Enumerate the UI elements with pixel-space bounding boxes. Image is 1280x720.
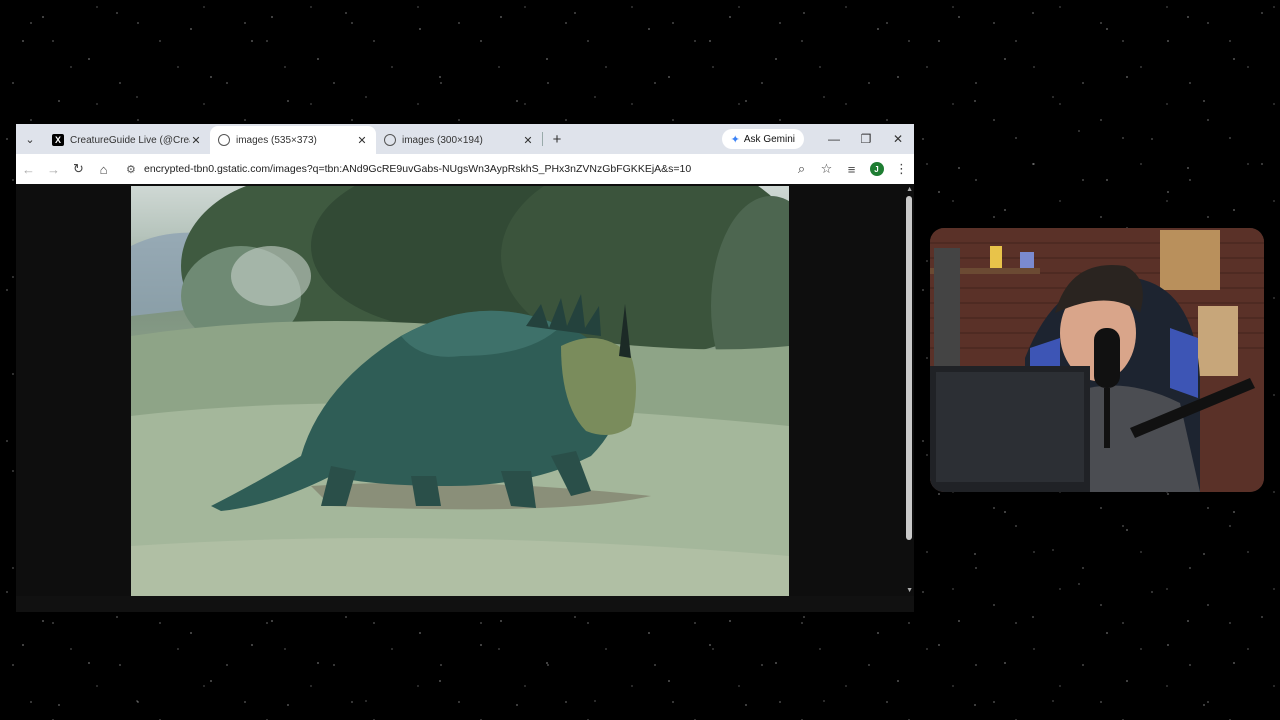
tab-creatureguide[interactable]: X CreatureGuide Live (@Creature ✕ [44,126,210,154]
navigation-toolbar: ← → ↻ ⌂ ⚙ encrypted-tbn0.gstatic.com/ima… [16,154,914,184]
url-text: encrypted-tbn0.gstatic.com/images?q=tbn:… [144,163,692,175]
menu-button[interactable]: ⋮ [889,154,914,184]
ask-gemini-button[interactable]: ✦ Ask Gemini [721,129,804,149]
tab-label: images (300×194) [402,134,483,146]
ask-gemini-label: Ask Gemini [743,133,795,145]
x-logo-icon: X [52,134,64,146]
plus-icon: + [552,130,562,148]
new-tab-button[interactable]: + [543,124,571,154]
forward-button[interactable]: → [41,154,66,184]
chevron-down-icon: ⌄ [25,133,35,146]
painting-illustration [131,186,789,596]
gemini-sparkle-icon: ✦ [730,133,740,146]
star-icon: ☆ [820,161,833,176]
globe-icon: o [218,134,230,146]
tab-label: images (535×373) [236,134,317,146]
tab-search-button[interactable]: ⌄ [16,124,44,154]
home-icon: ⌂ [99,161,108,177]
close-icon: ✕ [892,132,904,146]
close-tab-icon[interactable]: ✕ [356,134,368,147]
globe-icon: o [384,134,396,146]
scroll-down-arrow[interactable]: ▼ [906,587,913,594]
magnifier-icon: ⌕ [797,161,806,176]
browser-window: ⌄ X CreatureGuide Live (@Creature ✕ o im… [16,124,914,612]
restore-icon: ❐ [860,132,872,146]
vertical-scrollbar[interactable] [906,196,912,540]
close-window-button[interactable]: ✕ [882,124,914,154]
close-tab-icon[interactable]: ✕ [522,134,534,147]
zoom-button[interactable]: ⌕ [789,154,814,184]
address-bar[interactable]: ⚙ encrypted-tbn0.gstatic.com/images?q=tb… [122,157,783,181]
arrow-right-icon: → [47,161,60,177]
restore-button[interactable]: ❐ [850,124,882,154]
arrow-left-icon: ← [22,161,35,177]
scroll-up-arrow[interactable]: ▲ [906,186,913,193]
home-button[interactable]: ⌂ [91,154,116,184]
page-viewport: ▲ ▼ [16,184,914,596]
webcam-scene [930,228,1264,492]
site-info-icon[interactable]: ⚙ [126,163,144,176]
reload-icon: ↻ [73,161,84,176]
minimize-icon: — [828,132,840,146]
tab-images-535[interactable]: o images (535×373) ✕ [210,126,376,154]
playlist-icon: ≡ [847,161,856,177]
reload-button[interactable]: ↻ [66,154,91,184]
tab-label: CreatureGuide Live (@Creature [70,134,190,146]
profile-button[interactable]: J [864,154,889,184]
dinosaur-painting-image[interactable] [131,186,789,596]
tab-images-300[interactable]: o images (300×194) ✕ [376,126,542,154]
back-button[interactable]: ← [16,154,41,184]
kebab-menu-icon: ⋮ [895,161,908,176]
close-tab-icon[interactable]: ✕ [190,134,202,147]
webcam-overlay [930,228,1264,492]
bookmark-button[interactable]: ☆ [814,154,839,184]
avatar: J [869,162,884,176]
tab-media-button[interactable]: ≡ [839,154,864,184]
minimize-button[interactable]: — [818,124,850,154]
tab-strip: ⌄ X CreatureGuide Live (@Creature ✕ o im… [16,124,914,154]
